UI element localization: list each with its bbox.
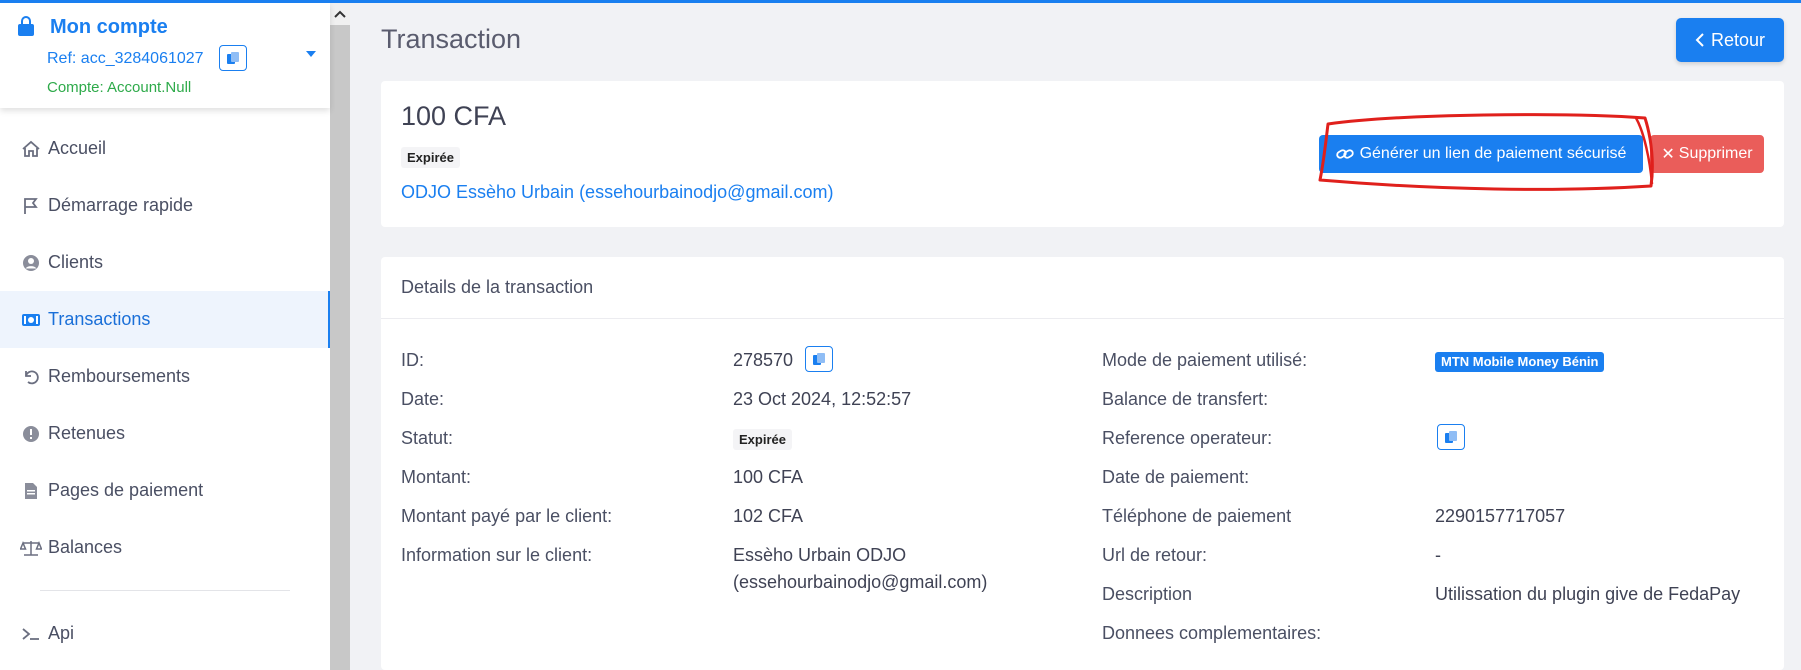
detail-label: Téléphone de paiement <box>1102 506 1292 526</box>
sidebar-nav: Accueil Démarrage rapide Clients Transac… <box>0 120 330 662</box>
detail-label: Montant: <box>401 467 472 487</box>
sidebar-item-label: Pages de paiement <box>48 480 204 500</box>
transaction-amount: 100 CFA <box>401 101 507 131</box>
copy-reference-button[interactable] <box>1437 424 1465 450</box>
file-icon <box>20 480 42 502</box>
sidebar-item-label: Api <box>48 623 75 643</box>
flag-icon <box>20 195 42 217</box>
delete-button[interactable]: ✕ Supprimer <box>1650 135 1764 173</box>
page-title: Transaction <box>381 24 522 54</box>
money-bill-icon <box>20 309 42 331</box>
detail-label: Date de paiement: <box>1102 467 1250 487</box>
transaction-summary-card: 100 CFA Expirée ODJO Essèho Urbain (esse… <box>381 81 1784 227</box>
scale-icon <box>20 537 42 559</box>
copy-ref-button[interactable] <box>219 45 247 71</box>
delete-button-label: Supprimer <box>1678 145 1753 162</box>
sidebar-item-demarrage[interactable]: Démarrage rapide <box>0 177 330 234</box>
customer-link[interactable]: ODJO Essèho Urbain (essehourbainodjo@gma… <box>401 182 833 203</box>
detail-value-return-url: - <box>1435 545 1441 565</box>
sidebar-item-label: Transactions <box>48 309 151 329</box>
detail-label: ID: <box>401 350 425 370</box>
detail-label: Statut: <box>401 428 454 448</box>
detail-value-client-email: (essehourbainodjo@gmail.com) <box>733 572 988 592</box>
detail-label: Mode de paiement utilisé: <box>1102 350 1308 370</box>
detail-value-description: Utilissation du plugin give de FedaPay <box>1435 584 1741 604</box>
account-title: Mon compte <box>50 16 168 38</box>
exclamation-icon <box>20 423 42 445</box>
payment-mode-badge: MTN Mobile Money Bénin <box>1435 352 1605 372</box>
chevron-up-icon <box>334 10 346 18</box>
sidebar-item-label: Démarrage rapide <box>48 195 194 215</box>
details-heading: Details de la transaction <box>381 257 1784 319</box>
sidebar-scrollbar[interactable] <box>330 3 350 670</box>
user-circle-icon <box>20 252 42 274</box>
status-badge: Expirée <box>401 147 460 168</box>
generate-button-label: Générer un lien de paiement sécurisé <box>1359 145 1627 162</box>
copy-icon <box>227 52 239 64</box>
sidebar-item-pages-paiement[interactable]: Pages de paiement <box>0 462 330 519</box>
terminal-icon <box>20 623 42 645</box>
generate-payment-link-button[interactable]: Générer un lien de paiement sécurisé <box>1319 135 1643 173</box>
sidebar-item-retenues[interactable]: Retenues <box>0 405 330 462</box>
sidebar: Mon compte Ref: acc_3284061027 Compte: A… <box>0 3 330 670</box>
lock-icon <box>18 16 34 36</box>
copy-id-button[interactable] <box>805 346 833 372</box>
close-icon: ✕ <box>1661 146 1675 163</box>
sidebar-item-transactions[interactable]: Transactions <box>0 291 330 348</box>
sidebar-item-label: Clients <box>48 252 104 272</box>
sidebar-item-label: Retenues <box>48 423 126 443</box>
sidebar-item-label: Accueil <box>48 138 107 158</box>
detail-label: Balance de transfert: <box>1102 389 1269 409</box>
back-button-label: Retour <box>1710 29 1766 50</box>
detail-value-client-name: Essèho Urbain ODJO <box>733 545 907 565</box>
scroll-up-button[interactable] <box>330 3 350 25</box>
sidebar-item-remboursements[interactable]: Remboursements <box>0 348 330 405</box>
detail-value-id: 278570 <box>733 350 794 370</box>
status-badge: Expirée <box>733 429 792 450</box>
sidebar-item-label: Balances <box>48 537 123 557</box>
sidebar-item-label: Remboursements <box>48 366 191 386</box>
account-ref: Ref: acc_3284061027 <box>47 50 204 67</box>
detail-label: Description <box>1102 584 1193 604</box>
detail-label: Donnees complementaires: <box>1102 623 1322 643</box>
sidebar-item-api[interactable]: Api <box>0 605 330 662</box>
detail-value-phone: 2290157717057 <box>1435 506 1566 526</box>
nav-divider <box>40 590 290 591</box>
sidebar-item-clients[interactable]: Clients <box>0 234 330 291</box>
sidebar-item-balances[interactable]: Balances <box>0 519 330 576</box>
detail-label: Url de retour: <box>1102 545 1208 565</box>
transaction-details-card: Details de la transaction ID: 278570 Dat… <box>381 257 1784 670</box>
detail-label: Information sur le client: <box>401 545 593 565</box>
detail-value-date: 23 Oct 2024, 12:52:57 <box>733 389 912 409</box>
detail-label: Date: <box>401 389 445 409</box>
copy-icon <box>813 353 825 365</box>
copy-icon <box>1445 431 1457 443</box>
account-switcher[interactable]: Mon compte Ref: acc_3284061027 Compte: A… <box>0 3 330 108</box>
chevron-left-icon <box>1695 33 1704 47</box>
sidebar-item-accueil[interactable]: Accueil <box>0 120 330 177</box>
home-icon <box>20 138 42 160</box>
chevron-down-icon[interactable] <box>306 51 316 57</box>
account-status: Compte: Account.Null <box>47 79 192 96</box>
detail-value-paid: 102 CFA <box>733 506 804 526</box>
top-accent-bar <box>0 0 1801 3</box>
detail-label: Montant payé par le client: <box>401 506 613 526</box>
link-icon <box>1335 149 1354 159</box>
detail-label: Reference operateur: <box>1102 428 1273 448</box>
back-button[interactable]: Retour <box>1676 18 1784 62</box>
detail-value-amount: 100 CFA <box>733 467 804 487</box>
undo-icon <box>20 366 42 388</box>
